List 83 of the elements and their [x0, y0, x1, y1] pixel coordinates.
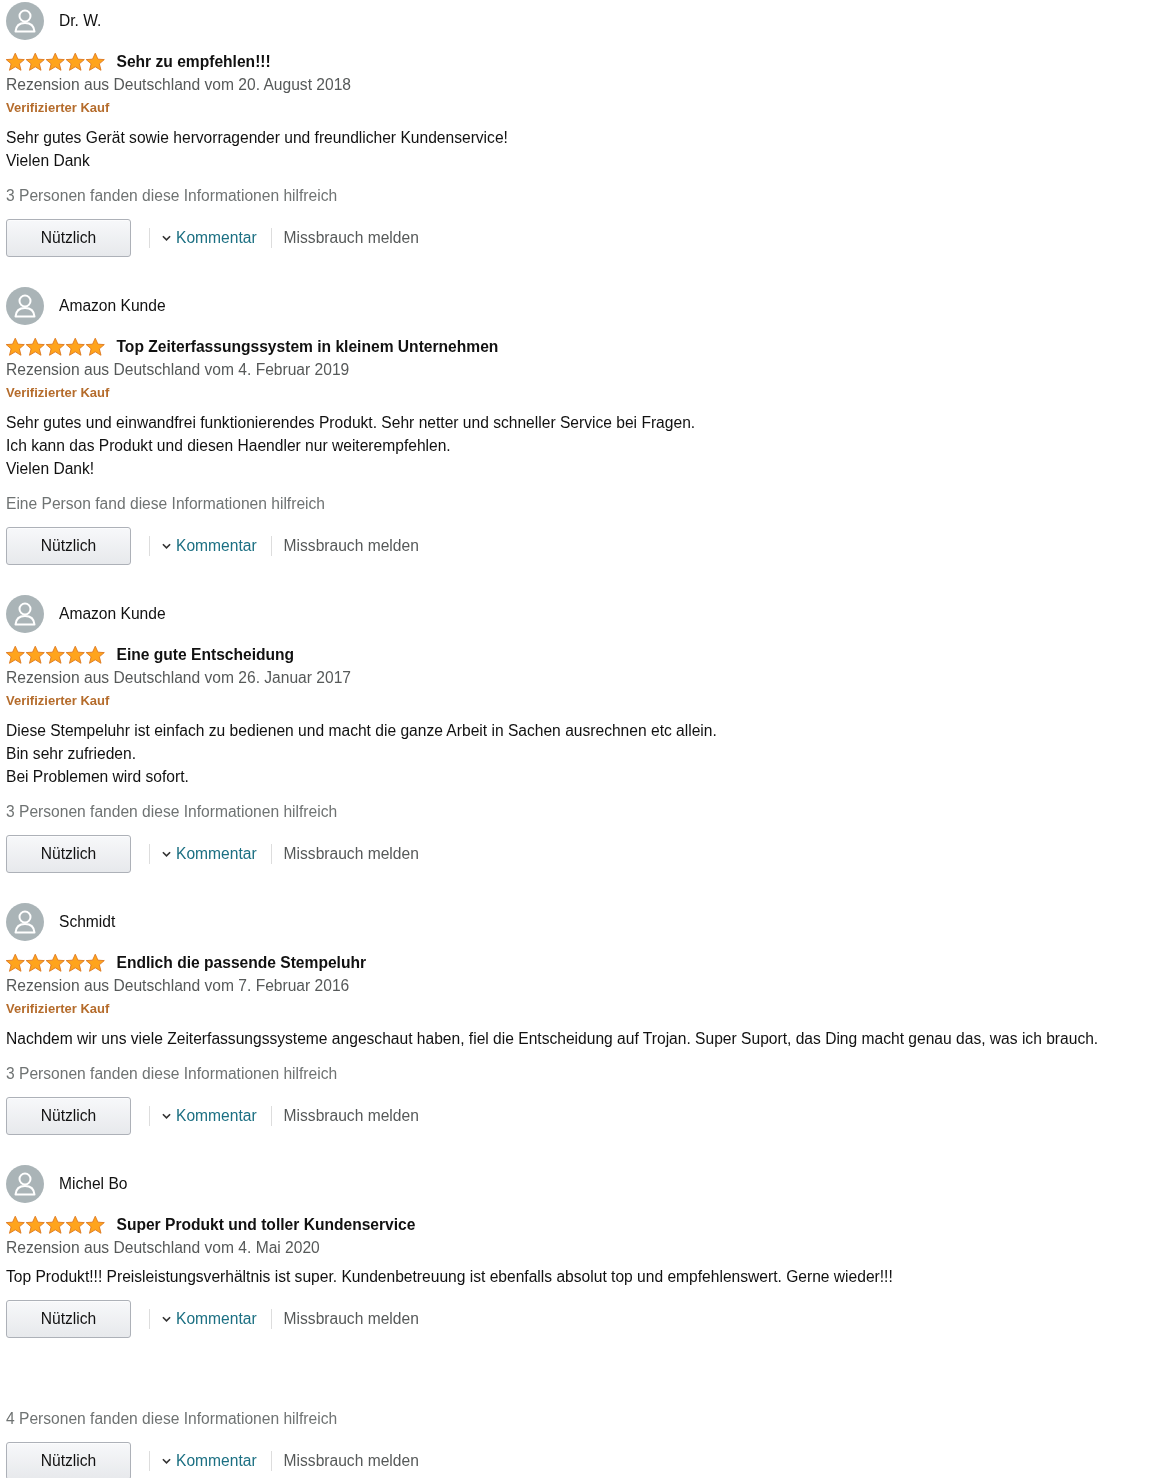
report-abuse-link[interactable]: Missbrauch melden: [283, 1106, 419, 1126]
review-title: Eine gute Entscheidung: [116, 645, 295, 665]
review-text: Top Produkt!!! Preisleistungsverhältnis ist super. Kundenbetreuung ist ebenfalls absolut top und empfehlenswert. Gerne wieder!!!: [6, 1267, 894, 1287]
helpful-count-text: 4 Personen fanden diese Informationen hilfreich: [6, 1409, 339, 1429]
helpful-count-text: 3 Personen fanden diese Informationen hilfreich: [6, 802, 339, 822]
star-icon: [86, 338, 105, 356]
helpful-count-text: Eine Person fand diese Informationen hilfreich: [6, 494, 326, 514]
star-icon: [6, 646, 25, 664]
star-icon: [26, 53, 45, 71]
star-icon: [66, 954, 85, 972]
review-date: Rezension aus Deutschland vom 4. Februar 2019: [6, 360, 351, 380]
report-abuse-link[interactable]: Missbrauch melden: [283, 1451, 419, 1471]
comment-link[interactable]: Kommentar: [162, 1106, 257, 1126]
review-text: Sehr gutes Gerät sowie hervorragender und freundlicher Kundenservice! Vielen Dank: [6, 128, 509, 171]
helpful-button[interactable]: Nützlich: [6, 1097, 131, 1135]
review-title: Endlich die passende Stempeluhr: [116, 953, 367, 973]
star-icon: [46, 646, 65, 664]
comment-link[interactable]: Kommentar: [162, 1451, 257, 1471]
star-icon: [26, 954, 45, 972]
comment-link[interactable]: Kommentar: [162, 1309, 257, 1329]
star-icon: [86, 1216, 105, 1234]
star-icon: [6, 1216, 25, 1234]
reviewer-name: Schmidt: [59, 912, 116, 932]
review-text: Nachdem wir uns viele Zeiterfassungssysteme angeschaut haben, fiel die Entscheidung auf Trojan. Super Suport, das Ding macht genau das, was ich brauch.: [6, 1029, 1100, 1049]
helpful-button[interactable]: Nützlich: [6, 835, 131, 873]
star-icon: [86, 53, 105, 71]
star-icon: [66, 1216, 85, 1234]
star-icon: [6, 53, 25, 71]
caret-icon: [162, 1113, 171, 1119]
report-abuse-link[interactable]: Missbrauch melden: [283, 228, 419, 248]
star-icon: [46, 1216, 65, 1234]
star-icon: [46, 53, 65, 71]
star-icon: [66, 338, 85, 356]
caret-icon: [162, 851, 171, 857]
review-date: Rezension aus Deutschland vom 7. Februar 2016: [6, 976, 351, 996]
helpful-button[interactable]: Nützlich: [6, 1300, 131, 1338]
report-abuse-link[interactable]: Missbrauch melden: [283, 844, 419, 864]
star-icon: [46, 338, 65, 356]
caret-icon: [162, 543, 171, 549]
verified-purchase-label: Verifizierter Kauf: [6, 692, 111, 710]
review-title: Sehr zu empfehlen!!!: [116, 52, 271, 72]
star-icon: [6, 338, 25, 356]
comment-link[interactable]: Kommentar: [162, 228, 257, 248]
helpful-button[interactable]: Nützlich: [6, 1442, 131, 1478]
star-icon: [66, 646, 85, 664]
star-icon: [86, 646, 105, 664]
avatar-icon: [6, 287, 44, 325]
report-abuse-link[interactable]: Missbrauch melden: [283, 1309, 419, 1329]
review-date: Rezension aus Deutschland vom 4. Mai 2020: [6, 1238, 321, 1258]
reviewer-name: Amazon Kunde: [59, 296, 166, 316]
star-icon: [66, 53, 85, 71]
reviewer-name: Amazon Kunde: [59, 604, 166, 624]
star-icon: [26, 1216, 45, 1234]
caret-icon: [162, 235, 171, 241]
report-abuse-link[interactable]: Missbrauch melden: [283, 536, 419, 556]
verified-purchase-label: Verifizierter Kauf: [6, 1000, 111, 1018]
comment-link[interactable]: Kommentar: [162, 536, 257, 556]
helpful-button[interactable]: Nützlich: [6, 527, 131, 565]
helpful-count-text: 3 Personen fanden diese Informationen hilfreich: [6, 186, 339, 206]
comment-link[interactable]: Kommentar: [162, 844, 257, 864]
avatar-icon: [6, 1165, 44, 1203]
review-title: Super Produkt und toller Kundenservice: [116, 1215, 416, 1235]
review-text: Sehr gutes und einwandfrei funktionierendes Produkt. Sehr netter und schneller Service bei Fragen. Ich kann das Produkt und diesen Haendler nur weiterempfehlen. Vielen Dank!: [6, 413, 697, 479]
star-icon: [86, 954, 105, 972]
verified-purchase-label: Verifizierter Kauf: [6, 99, 111, 117]
caret-icon: [162, 1458, 171, 1464]
caret-icon: [162, 1316, 171, 1322]
avatar-icon: [6, 595, 44, 633]
review-date: Rezension aus Deutschland vom 26. Januar 2017: [6, 668, 352, 688]
avatar-icon: [6, 903, 44, 941]
review-title: Top Zeiterfassungssystem in kleinem Unternehmen: [116, 337, 499, 357]
star-icon: [26, 338, 45, 356]
avatar-icon: [6, 2, 44, 40]
review-date: Rezension aus Deutschland vom 20. August 2018: [6, 75, 353, 95]
reviewer-name: Michel Bo: [59, 1174, 128, 1194]
star-icon: [46, 954, 65, 972]
star-icon: [26, 646, 45, 664]
helpful-button[interactable]: Nützlich: [6, 219, 131, 257]
reviewer-name: Dr. W.: [59, 11, 102, 31]
review-text: Diese Stempeluhr ist einfach zu bedienen und macht die ganze Arbeit in Sachen ausrechnen etc allein. Bin sehr zufrieden. Bei Problemen wird sofort.: [6, 721, 718, 787]
helpful-count-text: 3 Personen fanden diese Informationen hilfreich: [6, 1064, 339, 1084]
star-icon: [6, 954, 25, 972]
verified-purchase-label: Verifizierter Kauf: [6, 384, 111, 402]
